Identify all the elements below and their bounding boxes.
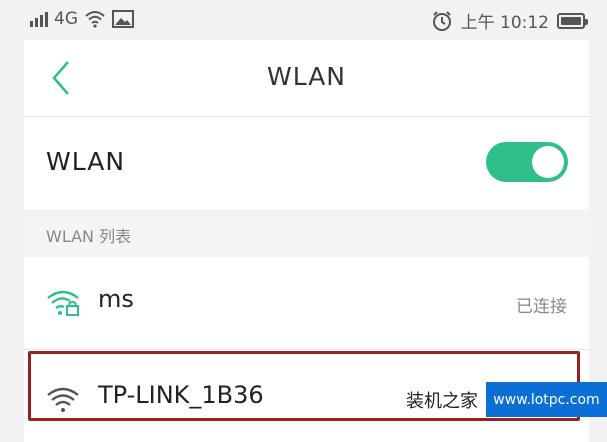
watermark: 装机之家 www.lotpc.com (398, 382, 607, 417)
wifi-lock-icon (47, 290, 79, 316)
page-title: WLAN (266, 62, 347, 91)
wlan-settings-panel: WLAN WLAN WLAN 列表 ms 已连接 TP-LINK_1B36 (24, 40, 589, 442)
alarm-icon (432, 10, 451, 31)
signal-icon (30, 11, 48, 27)
image-icon (112, 10, 134, 28)
watermark-text: 装机之家 (398, 382, 486, 417)
header: WLAN (24, 40, 589, 117)
status-bar: 4G 上午 10:12 (0, 0, 607, 40)
wifi-icon (47, 387, 79, 412)
wlan-toggle-switch[interactable] (486, 142, 568, 182)
watermark-url: www.lotpc.com (486, 382, 607, 417)
wlan-toggle-label: WLAN (46, 147, 126, 176)
status-left: 4G (30, 9, 134, 29)
battery-icon (557, 12, 588, 29)
network-name: TP-LINK_1B36 (98, 381, 264, 409)
wlan-list-label: WLAN 列表 (46, 227, 132, 246)
network-name: ms (98, 285, 134, 313)
toggle-knob (532, 146, 564, 178)
network-item-ms[interactable]: ms 已连接 (24, 257, 589, 350)
wifi-icon (85, 11, 105, 28)
status-right: 上午 10:12 (431, 8, 588, 33)
wlan-list-header: WLAN 列表 (24, 209, 589, 257)
network-type: 4G (54, 9, 78, 29)
clock: 上午 10:12 (460, 13, 549, 33)
connection-status: 已连接 (516, 297, 567, 317)
